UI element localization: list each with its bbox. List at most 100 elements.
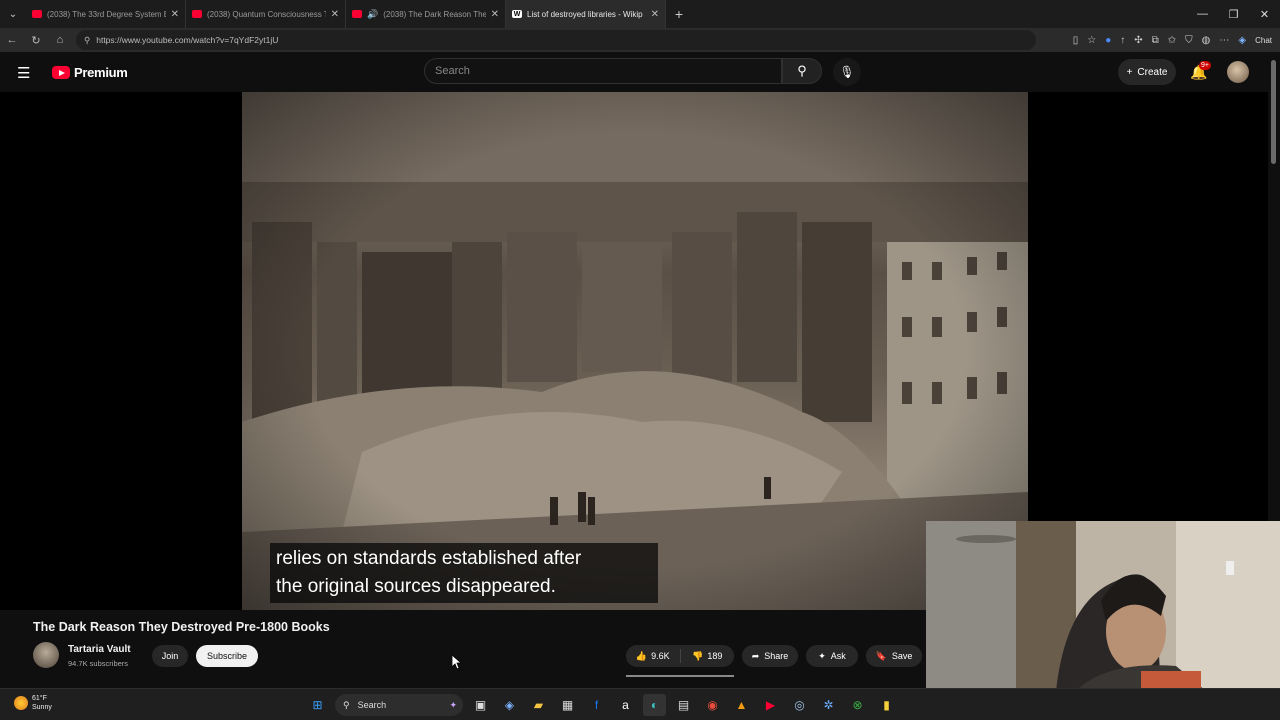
window-controls: — ❐ ✕ (1187, 0, 1280, 28)
copilot-app-icon[interactable]: ◈ (498, 694, 521, 716)
new-tab-plus-icon[interactable]: + (666, 6, 692, 22)
amazon-icon[interactable]: a (614, 694, 637, 716)
taskbar-search[interactable]: ⚲ Search ✦ (335, 694, 463, 716)
file-explorer-icon[interactable]: ▰ (527, 694, 550, 716)
like-dislike-group: 👍 9.6K 👎 189 (626, 645, 734, 667)
xbox-icon[interactable]: ⊗ (846, 694, 869, 716)
share-label: Share (764, 651, 789, 661)
back-arrow-icon[interactable]: ← (0, 28, 24, 52)
caption-line: the original sources disappeared. (276, 576, 556, 597)
thumbs-up-icon: 👍 (635, 650, 648, 661)
dislike-count: 189 (707, 651, 723, 661)
like-count: 9.6K (651, 651, 670, 661)
join-button[interactable]: Join (152, 645, 188, 667)
taskbar-apps: ⊞ ⚲ Search ✦ ▣ ◈ ▰ ▦ f a ◐ ▤ ◉ ▲ ▶ ◎ ✲ ⊗… (306, 694, 898, 716)
share-button[interactable]: ➦ Share (742, 645, 798, 667)
video-frame[interactable] (242, 92, 1028, 610)
more-menu-icon[interactable]: ⋯ (1219, 35, 1229, 46)
weather-widget[interactable]: 61°F Sunny (14, 694, 52, 712)
save-button[interactable]: 🔖 Save (866, 645, 922, 667)
chrome-icon[interactable]: ◉ (701, 694, 724, 716)
microphone-icon[interactable]: 🎙 (833, 58, 861, 86)
extension-icon[interactable]: ● (1105, 35, 1111, 46)
pin-icon[interactable]: ↑ (1120, 35, 1125, 46)
browser-tab-strip: ⌄ (2038) The 33rd Degree System E ✕ (203… (0, 0, 1280, 28)
search-icon[interactable]: ⚲ (782, 58, 822, 84)
shield-icon[interactable]: ⛉ (1185, 35, 1193, 46)
facebook-icon[interactable]: f (585, 694, 608, 716)
split-screen-icon[interactable]: ▯ (1073, 35, 1079, 46)
copilot-icon[interactable]: ◈ (1238, 35, 1246, 46)
plus-icon: + (1126, 66, 1133, 78)
browser-tab[interactable]: (2038) Quantum Consciousness T ✕ (186, 0, 346, 28)
browser-tab[interactable]: (2038) The 33rd Degree System E ✕ (26, 0, 186, 28)
youtube-favicon-icon (192, 10, 202, 18)
tab-title: List of destroyed libraries - Wikip (527, 9, 643, 19)
mouse-cursor-icon (452, 655, 462, 669)
favorites-icon[interactable]: ✩ (1168, 35, 1176, 46)
account-avatar[interactable] (1227, 61, 1249, 83)
browser-toolbar-icons: ▯ ☆ ● ↑ ✣ ⧉ ✩ ⛉ ◍ ⋯ ◈ Chat (1073, 28, 1272, 52)
thumbs-down-icon: 👎 (692, 650, 704, 661)
reload-icon[interactable]: ↻ (24, 28, 48, 52)
bookmark-icon: 🔖 (875, 650, 887, 661)
ask-button[interactable]: ✦ Ask (806, 645, 858, 667)
site-info-icon[interactable]: ⚲ (84, 35, 90, 46)
channel-avatar[interactable] (33, 642, 59, 668)
sun-icon (14, 696, 28, 710)
close-tab-icon[interactable]: ✕ (491, 9, 499, 20)
chat-button[interactable]: Chat (1255, 36, 1272, 45)
sticky-notes-icon[interactable]: ▮ (875, 694, 898, 716)
store-icon[interactable]: ▦ (556, 694, 579, 716)
video-title: The Dark Reason They Destroyed Pre-1800 … (33, 620, 330, 634)
home-icon[interactable]: ⌂ (48, 28, 72, 52)
edge-browser-icon[interactable]: ◐ (643, 694, 666, 716)
subscribe-button[interactable]: Subscribe (196, 645, 258, 667)
restore-icon[interactable]: ❐ (1218, 0, 1249, 28)
create-button[interactable]: + Create (1118, 59, 1176, 85)
puzzle-extensions-icon[interactable]: ✣ (1134, 35, 1142, 46)
hamburger-menu-icon[interactable]: ☰ (17, 64, 35, 82)
close-tab-icon[interactable]: ✕ (171, 9, 179, 20)
scrollbar-thumb[interactable] (1271, 60, 1276, 164)
close-tab-icon[interactable]: ✕ (651, 9, 659, 20)
channel-name[interactable]: Tartaria Vault (68, 644, 131, 655)
search-icon: ⚲ (343, 699, 350, 710)
create-label: Create (1137, 66, 1168, 78)
address-bar-row: ← ↻ ⌂ ⚲ https://www.youtube.com/watch?v=… (0, 28, 1280, 52)
like-button[interactable]: 👍 9.6K (626, 645, 680, 667)
close-window-icon[interactable]: ✕ (1249, 0, 1280, 28)
youtube-premium-logo[interactable]: Premium (52, 65, 128, 80)
favorite-star-icon[interactable]: ☆ (1087, 35, 1096, 46)
minimize-icon[interactable]: — (1187, 0, 1218, 28)
sidebar-icon[interactable]: ⧉ (1152, 35, 1159, 46)
browser-tab[interactable]: 🔊 (2038) The Dark Reason They ✕ (346, 0, 506, 28)
search-highlight-icon: ✦ (449, 699, 457, 710)
calculator-icon[interactable]: ▤ (672, 694, 695, 716)
logo-text: Premium (74, 65, 128, 80)
windows-start-icon[interactable]: ⊞ (306, 694, 329, 716)
channel-subscriber-count: 94.7K subscribers (68, 659, 129, 668)
url-field[interactable]: ⚲ https://www.youtube.com/watch?v=7qYdF2… (76, 30, 1036, 50)
youtube-favicon-icon (32, 10, 42, 18)
weather-condition: Sunny (32, 704, 52, 711)
profile-icon[interactable]: ◍ (1202, 35, 1211, 46)
video-still-image (242, 92, 1028, 610)
tab-list-chevron-icon[interactable]: ⌄ (0, 0, 26, 28)
caption-line: relies on standards established after (276, 548, 582, 569)
youtube-app-icon[interactable]: ▶ (759, 694, 782, 716)
tab-title: (2038) The Dark Reason They (383, 9, 486, 19)
save-label: Save (891, 651, 913, 661)
tab-title: (2038) The 33rd Degree System E (47, 9, 166, 19)
task-view-icon[interactable]: ▣ (469, 694, 492, 716)
steam-icon[interactable]: ◎ (788, 694, 811, 716)
url-text: https://www.youtube.com/watch?v=7qYdF2yt… (96, 35, 279, 45)
vlc-icon[interactable]: ▲ (730, 694, 753, 716)
search-input[interactable]: Search (424, 58, 782, 84)
close-tab-icon[interactable]: ✕ (331, 9, 339, 20)
webcam-overlay (926, 521, 1280, 691)
browser-tab-active[interactable]: W List of destroyed libraries - Wikip ✕ (506, 0, 666, 28)
settings-gear-icon[interactable]: ✲ (817, 694, 840, 716)
speaker-icon[interactable]: 🔊 (367, 9, 378, 20)
dislike-button[interactable]: 👎 189 (681, 645, 735, 667)
